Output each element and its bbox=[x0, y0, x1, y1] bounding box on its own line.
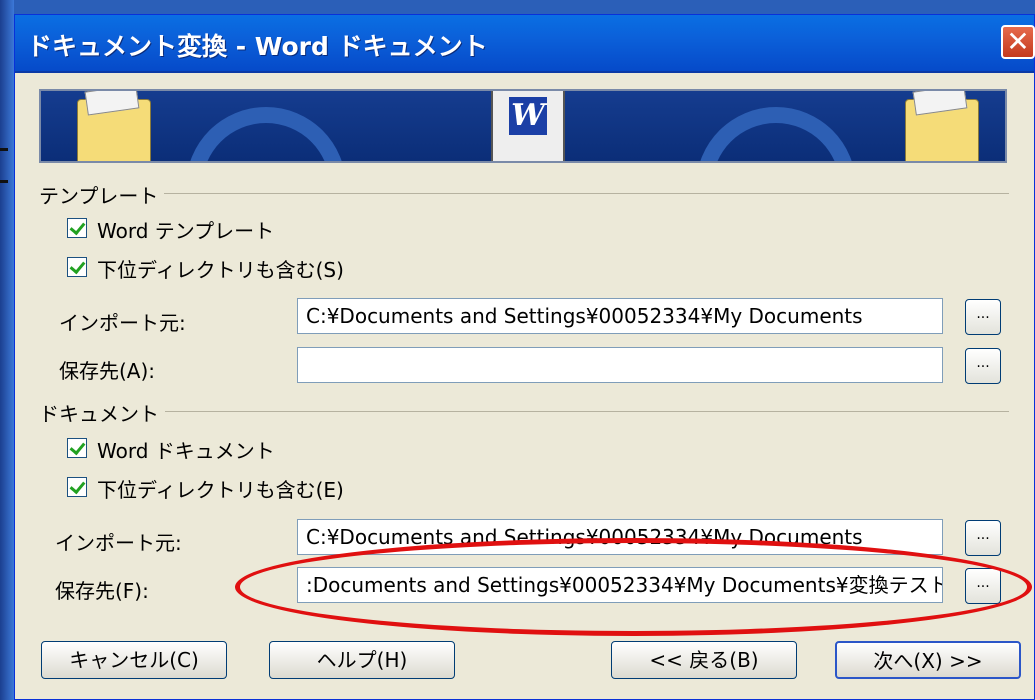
close-button[interactable]: ✕ bbox=[1001, 25, 1035, 59]
templates-group-label: テンプレート bbox=[39, 180, 165, 209]
group-divider bbox=[39, 411, 1009, 412]
document-subdir-checkbox[interactable] bbox=[67, 477, 87, 497]
template-import-browse-button[interactable]: ... bbox=[965, 299, 1001, 335]
document-import-label: インポート元: bbox=[55, 531, 182, 555]
template-import-input[interactable]: C:¥Documents and Settings¥00052334¥My Do… bbox=[297, 298, 943, 334]
help-button[interactable]: ヘルプ(H) bbox=[269, 641, 455, 679]
template-save-label: 保存先(A): bbox=[59, 359, 156, 383]
window-title: ドキュメント変換 - Word ドキュメント bbox=[27, 32, 488, 61]
document-save-browse-button[interactable]: ... bbox=[965, 568, 1001, 604]
back-button[interactable]: << 戻る(B) bbox=[611, 641, 797, 679]
template-save-input[interactable] bbox=[297, 347, 943, 383]
word-document-label: Word ドキュメント bbox=[97, 439, 275, 463]
template-subdir-label: 下位ディレクトリも含む(S) bbox=[97, 258, 344, 282]
arrow-icon bbox=[696, 107, 856, 161]
dialog-window: ドキュメント変換 - Word ドキュメント ✕ W テンプレート Word テ… bbox=[14, 14, 1035, 700]
desktop-background bbox=[0, 0, 14, 700]
document-save-input[interactable]: :Documents and Settings¥00052334¥My Docu… bbox=[297, 567, 943, 603]
next-button[interactable]: 次へ(X) >> bbox=[835, 641, 1021, 679]
word-template-label: Word テンプレート bbox=[97, 219, 275, 243]
template-save-browse-button[interactable]: ... bbox=[965, 348, 1001, 384]
group-divider bbox=[39, 193, 1009, 194]
folder-icon bbox=[905, 99, 979, 161]
template-subdir-checkbox[interactable] bbox=[67, 257, 87, 277]
banner-image: W bbox=[39, 89, 1007, 163]
folder-icon bbox=[77, 99, 151, 161]
document-import-browse-button[interactable]: ... bbox=[965, 520, 1001, 556]
word-icon: W bbox=[491, 91, 565, 161]
cancel-button[interactable]: キャンセル(C) bbox=[41, 641, 227, 679]
arrow-icon bbox=[186, 107, 346, 161]
documents-group-label: ドキュメント bbox=[39, 398, 165, 427]
word-template-checkbox[interactable] bbox=[67, 218, 87, 238]
document-subdir-label: 下位ディレクトリも含む(E) bbox=[97, 478, 344, 502]
title-bar[interactable]: ドキュメント変換 - Word ドキュメント ✕ bbox=[15, 15, 1035, 73]
word-document-checkbox[interactable] bbox=[67, 438, 87, 458]
template-import-label: インポート元: bbox=[59, 311, 186, 335]
document-import-input[interactable]: C:¥Documents and Settings¥00052334¥My Do… bbox=[297, 519, 943, 555]
document-save-label: 保存先(F): bbox=[55, 579, 149, 603]
